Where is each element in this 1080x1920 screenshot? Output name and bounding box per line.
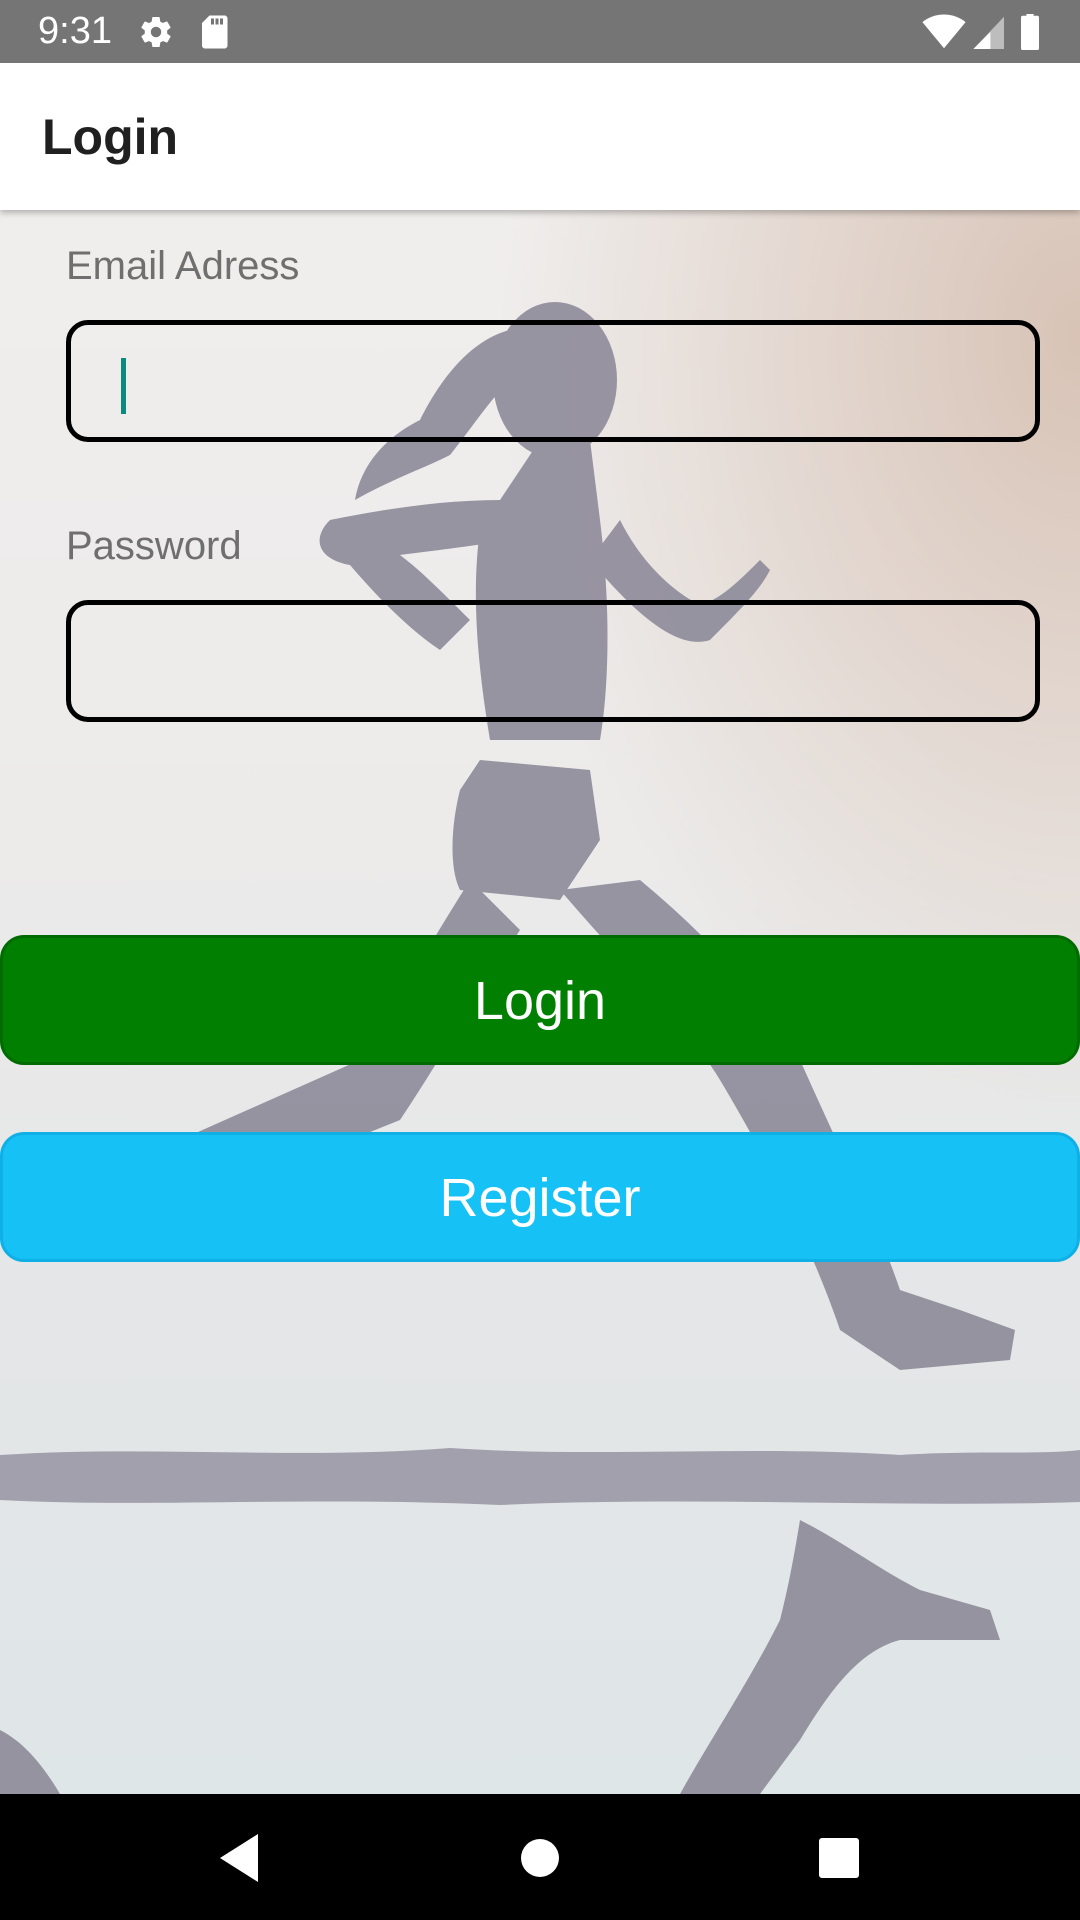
status-time: 9:31 [38,10,112,52]
app-bar: Login [0,63,1080,210]
signal-icon [970,14,1004,55]
gear-icon [138,14,174,55]
login-button[interactable]: Login [0,935,1080,1065]
home-icon[interactable] [519,1830,561,1891]
email-field[interactable] [66,320,1040,442]
register-button[interactable]: Register [0,1132,1080,1262]
wifi-icon [922,14,966,55]
password-label: Password [66,524,242,568]
battery-icon [1019,14,1041,55]
status-bar: 9:31 [0,0,1080,63]
recents-icon[interactable] [818,1830,860,1891]
sd-card-icon [198,14,230,55]
navigation-bar [0,1794,1080,1920]
back-icon[interactable] [214,1830,264,1891]
password-field[interactable] [66,600,1040,722]
email-label: Email Adress [66,244,300,288]
page-title: Login [42,109,179,165]
text-cursor [121,358,126,414]
